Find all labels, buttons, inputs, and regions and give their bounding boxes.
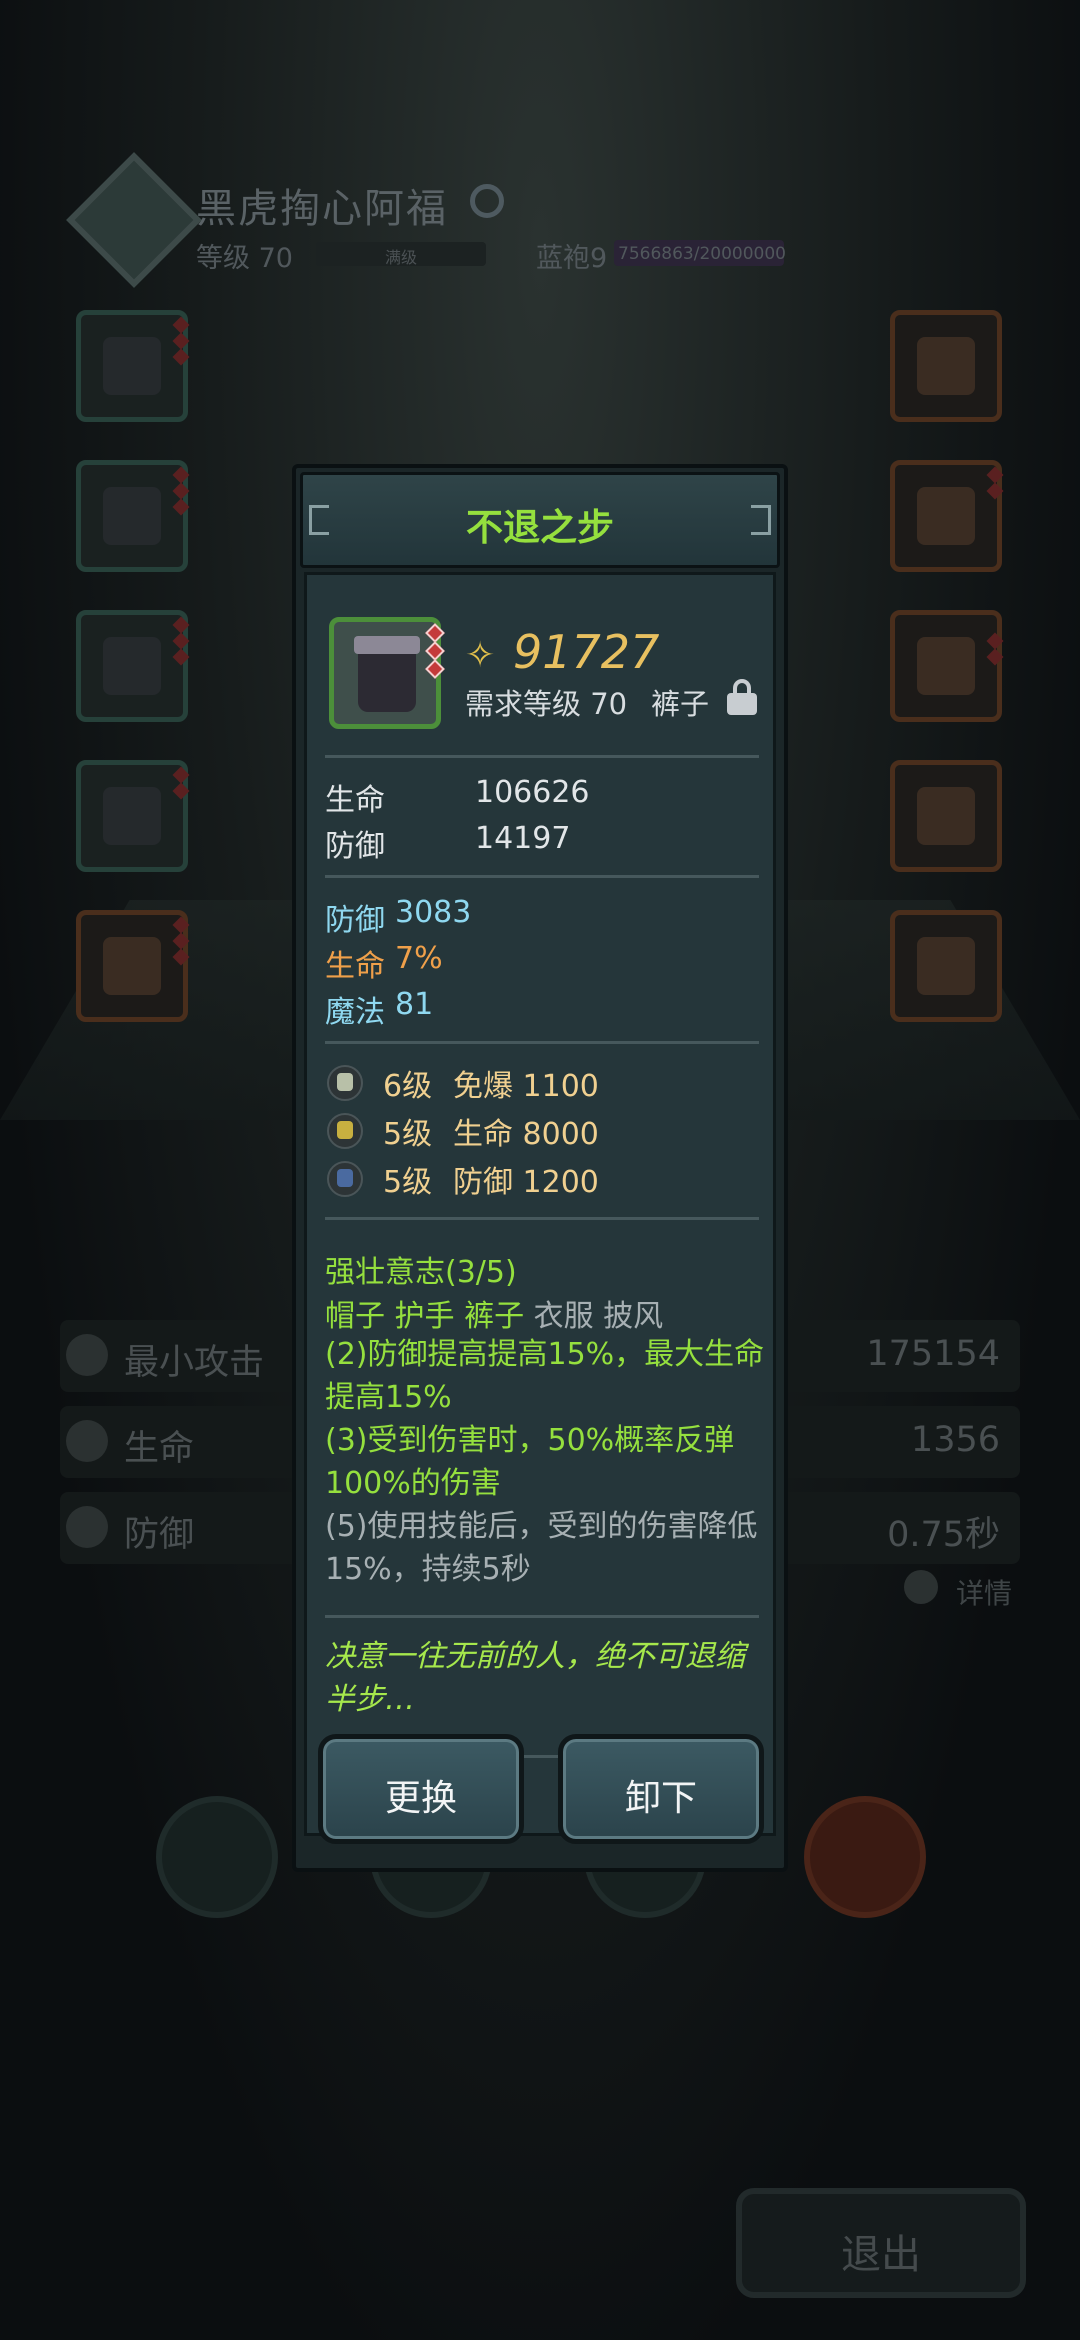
bonus-stat-label: 魔法 xyxy=(325,995,385,1030)
hero-name: 黑虎掏心阿福 xyxy=(196,186,448,232)
item-icon xyxy=(329,617,445,729)
hero-rank: 蓝袍9 xyxy=(536,243,608,274)
set-parts-missing: 衣服 披风 xyxy=(533,1299,664,1334)
divider xyxy=(325,755,759,758)
item-slot-type: 裤子 xyxy=(651,687,710,721)
info-icon[interactable] xyxy=(904,1570,938,1604)
replace-button[interactable]: 更换 xyxy=(318,1734,524,1844)
bonus-stat-value: 3083 xyxy=(395,895,472,930)
bonus-stat-value: 7% xyxy=(395,941,443,976)
set-parts-owned: 帽子 护手 裤子 xyxy=(325,1299,525,1334)
set-title: 强壮意志(3/5) xyxy=(325,1255,517,1290)
boots-cuff xyxy=(354,636,420,654)
exit-button[interactable]: 退出 xyxy=(736,2188,1026,2298)
gem-level: 6级 xyxy=(383,1069,433,1104)
equip-slot-amulet[interactable] xyxy=(890,760,1002,872)
stat-value: 175154 xyxy=(866,1334,1000,1374)
gem-effect: 生命 8000 xyxy=(453,1117,599,1152)
gem-icon xyxy=(425,659,445,679)
equip-slot-weapon[interactable] xyxy=(890,310,1002,422)
equip-slot-armor[interactable] xyxy=(76,460,190,572)
set-effect-3: (3)受到伤害时，50%概率反弹100%的伤害 xyxy=(325,1423,735,1501)
exp-bar-label: 满级 xyxy=(384,248,417,267)
detail-link[interactable]: 详情 xyxy=(956,1572,1012,1612)
moon-icon xyxy=(470,184,504,218)
replace-button-label: 更换 xyxy=(384,1778,457,1819)
equip-slot-pants[interactable] xyxy=(76,610,190,722)
required-level: 需求等级 70 xyxy=(465,687,628,721)
unequip-button[interactable]: 卸下 xyxy=(558,1734,764,1844)
gem-level: 5级 xyxy=(383,1165,433,1200)
bonus-stat-value: 81 xyxy=(395,987,434,1022)
base-stat-label: 防御 xyxy=(325,829,385,864)
hero-level: 等级 70 xyxy=(196,243,293,274)
base-stat-value: 14197 xyxy=(475,821,571,856)
set-parts: 帽子 护手 裤子 衣服 披风 xyxy=(325,1291,663,1335)
sword-icon xyxy=(66,1334,108,1376)
stat-label: 最小攻击 xyxy=(124,1343,265,1383)
currency-icon: ✧ xyxy=(465,635,496,676)
bonus-stat-label: 生命 xyxy=(325,949,385,984)
set-effect-2: (2)防御提高提高15%，最大生命提高15% xyxy=(325,1337,765,1415)
divider xyxy=(325,1217,759,1220)
item-price: 91727 xyxy=(513,625,660,679)
base-stat-value: 106626 xyxy=(475,775,590,810)
equip-slot-necklace[interactable] xyxy=(890,610,1004,722)
skill-slot-4[interactable] xyxy=(804,1796,926,1918)
stat-label: 生命 xyxy=(124,1429,195,1469)
divider xyxy=(325,1041,759,1044)
stat-label: 防御 xyxy=(124,1515,195,1555)
item-detail-modal: 不退之步 ✧ 91727 需求等级 70 裤子 生命 106626 防御 141… xyxy=(292,464,788,1872)
gem-effect: 防御 1200 xyxy=(453,1165,599,1200)
lock-icon[interactable] xyxy=(727,679,757,715)
gem-icon xyxy=(425,641,445,661)
bonus-stat-label: 防御 xyxy=(325,903,385,938)
divider xyxy=(325,875,759,878)
gem-effect: 免爆 1100 xyxy=(453,1069,599,1104)
base-stat-label: 生命 xyxy=(325,783,385,818)
gem-level: 5级 xyxy=(383,1117,433,1152)
gem-socket-icon xyxy=(327,1113,363,1149)
unequip-button-label: 卸下 xyxy=(624,1778,697,1819)
gem-socket-icon xyxy=(327,1065,363,1101)
divider xyxy=(325,1615,759,1618)
exit-button-label: 退出 xyxy=(841,2232,921,2278)
equip-slot-cape[interactable] xyxy=(76,910,190,1022)
set-effect-5: (5)使用技能后，受到的伤害降低15%，持续5秒 xyxy=(325,1509,758,1587)
stat-value: 1356 xyxy=(910,1420,1000,1460)
heart-icon xyxy=(66,1420,108,1462)
modal-header: 不退之步 xyxy=(300,472,780,568)
equip-slot-relic[interactable] xyxy=(890,910,1002,1022)
stat-value: 0.75秒 xyxy=(887,1515,1000,1555)
item-lore: 决意一往无前的人，绝不可退缩半步… xyxy=(325,1639,745,1717)
gem-icon xyxy=(425,623,445,643)
item-name: 不退之步 xyxy=(466,506,614,549)
equip-slot-ring[interactable] xyxy=(890,460,1004,572)
modal-body: ✧ 91727 需求等级 70 裤子 生命 106626 防御 14197 防御… xyxy=(304,572,776,1836)
skill-slot-1[interactable] xyxy=(156,1796,278,1918)
equip-slot-helmet[interactable] xyxy=(76,310,190,422)
equip-slot-gloves[interactable] xyxy=(76,760,190,872)
gem-socket-icon xyxy=(327,1161,363,1197)
rank-progress: 7566863/20000000 xyxy=(618,244,786,264)
shield-icon xyxy=(66,1506,108,1548)
